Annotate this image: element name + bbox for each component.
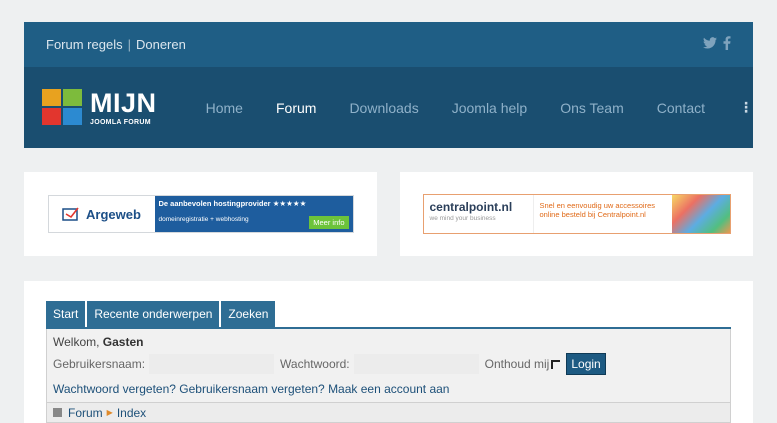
main-navigation: MIJN JOOMLA FORUM Home Forum Downloads J…: [24, 67, 753, 148]
argeweb-headline: De aanbevolen hostingprovider ★★★★★: [158, 199, 307, 208]
argeweb-more-info-button[interactable]: Meer info: [309, 216, 349, 229]
nav-items: Home Forum Downloads Joomla help Ons Tea…: [173, 99, 753, 116]
forum-tabs: Start Recente onderwerpen Zoeken: [46, 301, 276, 327]
nav-item-forum[interactable]: Forum: [276, 100, 316, 116]
logo-subtitle: JOOMLA FORUM: [90, 118, 151, 126]
forum-panel: Start Recente onderwerpen Zoeken Welkom,…: [24, 281, 753, 423]
nav-item-ons-team[interactable]: Ons Team: [560, 100, 624, 116]
tab-start[interactable]: Start: [46, 301, 86, 327]
banner-left: Argeweb De aanbevolen hostingprovider ★★…: [24, 172, 377, 256]
banner-right: centralpoint.nl we mind your business Sn…: [400, 172, 753, 256]
remember-me: Onthoud mij: [485, 357, 567, 371]
argeweb-name: Argeweb: [86, 206, 141, 222]
argeweb-logo-icon: [62, 207, 79, 221]
twitter-icon[interactable]: [703, 36, 717, 53]
password-input[interactable]: [353, 354, 479, 374]
centralpoint-tagline: we mind your business: [429, 215, 496, 222]
remember-label: Onthoud mij: [484, 357, 550, 371]
breadcrumb-forum[interactable]: Forum: [68, 406, 103, 420]
top-link-separator: |: [127, 37, 131, 52]
centralpoint-text: Snel en eenvoudig uw accessoires online …: [539, 201, 656, 219]
tab-recent-topics[interactable]: Recente onderwerpen: [87, 301, 220, 327]
social-links: [703, 35, 731, 54]
login-row: Gebruikersnaam: Wachtwoord: Onthoud mij …: [53, 353, 723, 375]
top-bar: Forum regels | Doneren: [24, 22, 753, 67]
welcome-text: Welkom, Gasten: [53, 335, 143, 349]
nav-item-contact[interactable]: Contact: [657, 100, 705, 116]
logo-title: MIJN: [90, 87, 157, 118]
breadcrumb: Forum ▶ Index: [47, 402, 730, 422]
argeweb-banner[interactable]: Argeweb De aanbevolen hostingprovider ★★…: [47, 195, 354, 233]
create-account-link[interactable]: Maak een account aan: [328, 382, 449, 396]
login-button[interactable]: Login: [566, 353, 606, 375]
centralpoint-name: centralpoint.nl: [429, 200, 513, 214]
forgot-password-link[interactable]: Wachtwoord vergeten?: [53, 382, 176, 396]
tab-search[interactable]: Zoeken: [221, 301, 276, 327]
password-label: Wachtwoord:: [280, 357, 350, 371]
account-links: Wachtwoord vergeten? Gebruikersnaam verg…: [53, 382, 449, 396]
forum-rules-link[interactable]: Forum regels: [46, 37, 123, 52]
nav-item-joomla-help[interactable]: Joomla help: [452, 100, 528, 116]
username-label: Gebruikersnaam:: [53, 357, 146, 371]
donate-link[interactable]: Doneren: [136, 37, 186, 52]
welcome-user: Gasten: [102, 335, 144, 349]
nav-item-home[interactable]: Home: [206, 100, 243, 116]
breadcrumb-index[interactable]: Index: [117, 406, 146, 420]
cables-image: [671, 195, 730, 233]
logo-puzzle-icon: [42, 88, 86, 127]
login-area: Welkom, Gasten Gebruikersnaam: Wachtwoor…: [46, 329, 731, 423]
site-logo[interactable]: MIJN JOOMLA FORUM: [42, 87, 173, 127]
vertical-dots-icon[interactable]: ⋮: [739, 99, 753, 116]
nav-item-downloads[interactable]: Downloads: [349, 100, 418, 116]
facebook-icon[interactable]: [723, 35, 731, 54]
username-input[interactable]: [149, 354, 275, 374]
forgot-username-link[interactable]: Gebruikersnaam vergeten?: [179, 382, 324, 396]
home-square-icon: [53, 408, 62, 417]
centralpoint-banner[interactable]: centralpoint.nl we mind your business Sn…: [422, 194, 731, 234]
top-links: Forum regels | Doneren: [46, 37, 186, 52]
breadcrumb-arrow-icon: ▶: [106, 408, 113, 417]
welcome-prefix: Welkom,: [53, 335, 100, 349]
remember-checkbox[interactable]: [551, 359, 561, 369]
